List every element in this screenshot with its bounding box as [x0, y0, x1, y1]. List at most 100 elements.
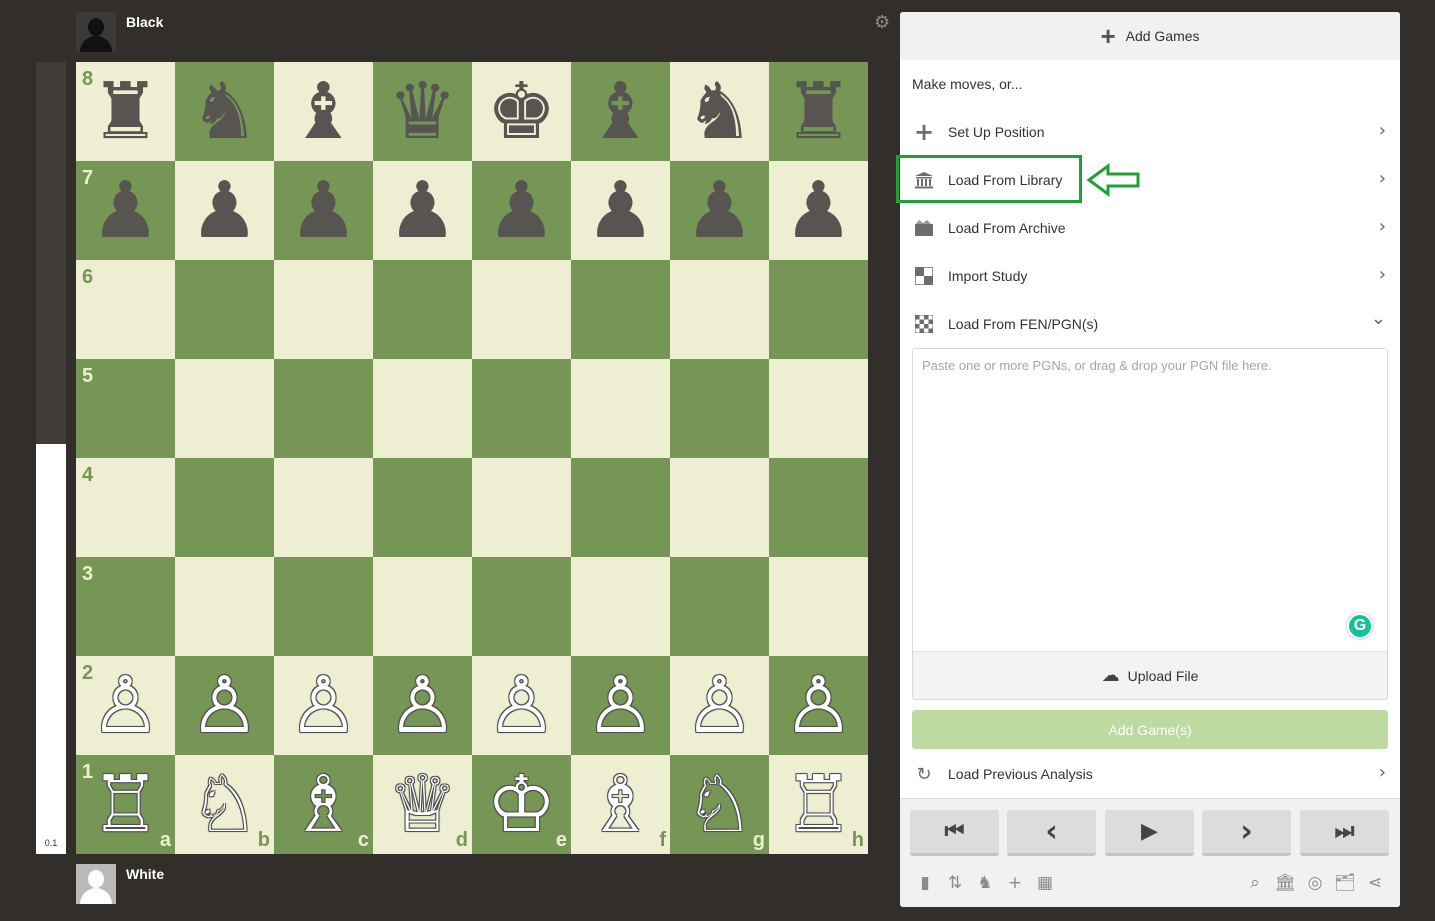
square-e3[interactable] [472, 557, 571, 656]
square-g4[interactable] [670, 458, 769, 557]
upload-file-button[interactable]: ☁ Upload File [913, 651, 1387, 699]
white-piece[interactable]: ♙ [487, 667, 557, 745]
square-f8[interactable]: ♝ [571, 62, 670, 161]
square-g5[interactable] [670, 359, 769, 458]
square-c7[interactable]: ♟ [274, 161, 373, 260]
square-h5[interactable] [769, 359, 868, 458]
add-games-button[interactable]: Add Game(s) [912, 710, 1388, 749]
square-f2[interactable]: ♙ [571, 656, 670, 755]
square-a5[interactable]: 5 [76, 359, 175, 458]
play-button[interactable]: ▶ [1105, 810, 1194, 856]
white-piece[interactable]: ♖ [784, 766, 854, 844]
black-piece[interactable]: ♝ [289, 73, 359, 151]
square-b2[interactable]: ♙ [175, 656, 274, 755]
black-player-name[interactable]: Black [126, 14, 163, 30]
square-a8[interactable]: 8 ♜ [76, 62, 175, 161]
square-h7[interactable]: ♟ [769, 161, 868, 260]
pgn-textarea[interactable] [913, 349, 1387, 651]
black-piece[interactable]: ♚ [487, 73, 557, 151]
white-piece[interactable]: ♗ [289, 766, 359, 844]
square-h6[interactable] [769, 260, 868, 359]
archive-add-icon[interactable]: 🗂 [1334, 872, 1356, 894]
white-piece[interactable]: ♗ [586, 766, 656, 844]
board-add-icon[interactable]: ▦ [1034, 872, 1056, 894]
square-e2[interactable]: ♙ [472, 656, 571, 755]
black-piece[interactable]: ♟ [586, 172, 656, 250]
square-g3[interactable] [670, 557, 769, 656]
square-g1[interactable]: g ♘ [670, 755, 769, 854]
black-piece[interactable]: ♟ [784, 172, 854, 250]
square-g6[interactable] [670, 260, 769, 359]
last-move-button[interactable]: ⏭ [1300, 810, 1389, 856]
square-f3[interactable] [571, 557, 670, 656]
square-h8[interactable]: ♜ [769, 62, 868, 161]
previous-move-button[interactable]: ‹ [1007, 810, 1096, 856]
pieces-icon[interactable]: ♞ [974, 872, 996, 894]
square-a2[interactable]: 2 ♙ [76, 656, 175, 755]
white-piece[interactable]: ♖ [91, 766, 161, 844]
white-piece[interactable]: ♘ [190, 766, 260, 844]
black-piece[interactable]: ♜ [91, 73, 161, 151]
square-e7[interactable]: ♟ [472, 161, 571, 260]
black-piece[interactable]: ♛ [388, 73, 458, 151]
zoom-icon[interactable]: ⌕ [1244, 872, 1266, 894]
square-d6[interactable] [373, 260, 472, 359]
square-c1[interactable]: c ♗ [274, 755, 373, 854]
square-d5[interactable] [373, 359, 472, 458]
square-c5[interactable] [274, 359, 373, 458]
chart-icon[interactable]: ▮ [914, 872, 936, 894]
square-a1[interactable]: 1 a ♖ [76, 755, 175, 854]
square-e5[interactable] [472, 359, 571, 458]
square-c2[interactable]: ♙ [274, 656, 373, 755]
black-piece[interactable]: ♝ [586, 73, 656, 151]
load-from-fen-pgn-option[interactable]: Load From FEN/PGN(s) ⌄ [900, 300, 1400, 348]
black-piece[interactable]: ♟ [487, 172, 557, 250]
white-piece[interactable]: ♙ [190, 667, 260, 745]
square-e6[interactable] [472, 260, 571, 359]
square-c3[interactable] [274, 557, 373, 656]
flip-board-icon[interactable]: ⇅ [944, 872, 966, 894]
square-f1[interactable]: f ♗ [571, 755, 670, 854]
square-h4[interactable] [769, 458, 868, 557]
square-d3[interactable] [373, 557, 472, 656]
square-f5[interactable] [571, 359, 670, 458]
white-piece[interactable]: ♘ [685, 766, 755, 844]
square-b8[interactable]: ♞ [175, 62, 274, 161]
import-study-option[interactable]: Import Study › [900, 252, 1400, 300]
square-f4[interactable] [571, 458, 670, 557]
square-b3[interactable] [175, 557, 274, 656]
white-piece[interactable]: ♕ [388, 766, 458, 844]
black-piece[interactable]: ♟ [685, 172, 755, 250]
square-b1[interactable]: b ♘ [175, 755, 274, 854]
square-e4[interactable] [472, 458, 571, 557]
square-c8[interactable]: ♝ [274, 62, 373, 161]
square-h3[interactable] [769, 557, 868, 656]
white-piece[interactable]: ♙ [586, 667, 656, 745]
square-d2[interactable]: ♙ [373, 656, 472, 755]
add-games-header[interactable]: + Add Games [900, 12, 1400, 60]
square-h1[interactable]: h ♖ [769, 755, 868, 854]
load-from-archive-option[interactable]: Load From Archive › [900, 204, 1400, 252]
white-piece[interactable]: ♙ [784, 667, 854, 745]
square-e8[interactable]: ♚ [472, 62, 571, 161]
square-g2[interactable]: ♙ [670, 656, 769, 755]
settings-gear-icon[interactable]: ⚙ [874, 12, 890, 33]
chess-board[interactable]: 8 ♜ ♞ ♝ ♛ ♚ ♝ ♞ ♜ 7 ♟ ♟ ♟ ♟ ♟ ♟ ♟ ♟ 6 5 4 3 2 ♙ ♙ ♙ ♙ ♙ ♙ ♙ ♙ 1 a ♖ b ♘ c ♗ d ♕… [76, 62, 868, 854]
square-g8[interactable]: ♞ [670, 62, 769, 161]
square-f6[interactable] [571, 260, 670, 359]
square-b5[interactable] [175, 359, 274, 458]
black-piece[interactable]: ♞ [685, 73, 755, 151]
square-d4[interactable] [373, 458, 472, 557]
black-piece[interactable]: ♟ [388, 172, 458, 250]
black-piece[interactable]: ♜ [784, 73, 854, 151]
black-piece[interactable]: ♟ [289, 172, 359, 250]
square-a4[interactable]: 4 [76, 458, 175, 557]
square-h2[interactable]: ♙ [769, 656, 868, 755]
library-add-icon[interactable]: 🏛 [1274, 872, 1296, 894]
square-c6[interactable] [274, 260, 373, 359]
add-icon[interactable]: + [1004, 872, 1026, 894]
square-b7[interactable]: ♟ [175, 161, 274, 260]
black-piece[interactable]: ♟ [91, 172, 161, 250]
square-a3[interactable]: 3 [76, 557, 175, 656]
white-player-name[interactable]: White [126, 866, 164, 882]
